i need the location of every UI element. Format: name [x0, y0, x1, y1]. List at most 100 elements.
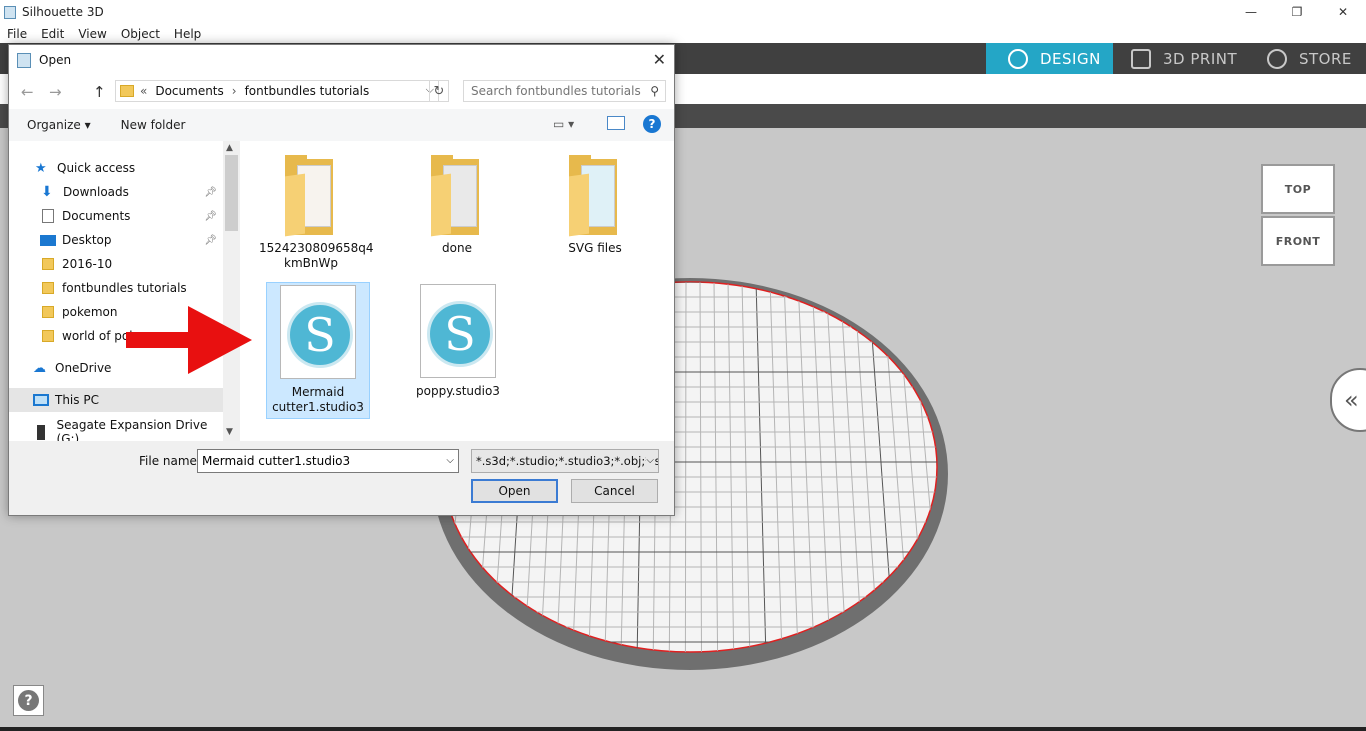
file-item-folder-svg-files[interactable]: SVG files: [543, 155, 647, 256]
preview-pane-icon[interactable]: [607, 116, 625, 130]
up-arrow-icon[interactable]: ↑: [93, 83, 106, 101]
star-icon: ★: [35, 160, 47, 176]
grid-line: [684, 282, 687, 652]
download-icon: ⬇: [41, 184, 53, 200]
minimize-button[interactable]: —: [1228, 0, 1274, 24]
globe-icon: [1008, 48, 1028, 69]
double-chevron-left-icon: «: [1344, 386, 1359, 414]
nav-documents[interactable]: Documents 📌︎: [9, 204, 223, 228]
menu-file[interactable]: File: [0, 27, 34, 41]
nav-folder-fontbundles[interactable]: fontbundles tutorials: [9, 276, 223, 300]
nav-quick-access[interactable]: ★ Quick access: [9, 156, 223, 180]
nav-label: Documents: [62, 209, 131, 223]
nav-desktop[interactable]: Desktop 📌︎: [9, 228, 223, 252]
silhouette-file-icon: S: [420, 284, 496, 378]
close-window-button[interactable]: ✕: [1320, 0, 1366, 24]
folder-icon: [285, 155, 337, 237]
dialog-footer: File name: ⌵ *.s3d;*.studio;*.studio3;*.…: [9, 441, 674, 515]
tab-3d-print-label: 3D PRINT: [1163, 49, 1238, 68]
nav-downloads[interactable]: ⬇ Downloads 📌︎: [9, 180, 223, 204]
search-box[interactable]: ⚲: [463, 80, 666, 102]
change-view-icon[interactable]: ▭ ▾: [553, 117, 574, 131]
breadcrumb-documents[interactable]: Documents: [155, 84, 223, 98]
nav-label: Quick access: [57, 161, 136, 175]
file-name: Mermaid cutter1.studio3: [272, 385, 364, 414]
pin-icon: 📌︎: [204, 186, 217, 198]
menu-edit[interactable]: Edit: [34, 27, 71, 41]
file-name: done: [442, 241, 472, 255]
search-input[interactable]: [471, 84, 641, 98]
close-icon[interactable]: ✕: [653, 50, 666, 69]
file-name-input[interactable]: [202, 454, 432, 468]
file-name-combo[interactable]: ⌵: [197, 449, 459, 473]
file-name: SVG files: [568, 241, 622, 255]
chevron-down-icon[interactable]: ⌵: [446, 455, 454, 466]
open-dialog: Open ✕ ← → ↑ « Documents › fontbundles t…: [8, 44, 675, 516]
nav-label: fontbundles tutorials: [62, 281, 187, 295]
desktop-icon: [40, 234, 56, 246]
file-list: 1524230809658q4 kmBnWp done SVG files S …: [241, 141, 674, 441]
folder-icon: [42, 282, 54, 294]
tab-store[interactable]: STORE: [1243, 43, 1366, 74]
cancel-button[interactable]: Cancel: [571, 479, 658, 503]
menu-help[interactable]: Help: [167, 27, 208, 41]
refresh-button[interactable]: ↻: [429, 80, 449, 102]
search-icon: ⚲: [650, 84, 659, 98]
folder-icon: [42, 306, 54, 318]
computer-icon: [33, 394, 49, 406]
folder-icon: [569, 155, 621, 237]
nav-label: OneDrive: [55, 361, 112, 375]
file-item-folder-done[interactable]: done: [405, 155, 509, 256]
file-item-folder-1524230809658[interactable]: 1524230809658q4 kmBnWp: [259, 155, 374, 271]
app-title-bar: Silhouette 3D — ❐ ✕: [0, 0, 1366, 24]
silhouette-s-icon: [1267, 48, 1287, 69]
scroll-up-icon[interactable]: ▲: [226, 143, 233, 153]
scroll-down-icon[interactable]: ▼: [226, 427, 233, 437]
tab-design[interactable]: DESIGN: [986, 43, 1113, 74]
nav-folder-2016-10[interactable]: 2016-10: [9, 252, 223, 276]
dialog-title: Open: [39, 53, 72, 67]
pin-icon: 📌︎: [204, 210, 217, 222]
organize-button[interactable]: Organize ▾: [27, 118, 91, 132]
cube-icon: [1131, 48, 1151, 69]
document-icon: [42, 209, 54, 223]
tab-store-label: STORE: [1299, 49, 1352, 68]
dialog-app-icon: [17, 52, 31, 68]
view-cube-top[interactable]: TOP: [1261, 164, 1335, 214]
forward-arrow-icon[interactable]: →: [49, 83, 62, 101]
address-row: ← → ↑ « Documents › fontbundles tutorial…: [9, 77, 674, 105]
app-logo-icon: [4, 5, 16, 19]
menu-view[interactable]: View: [71, 27, 113, 41]
breadcrumb-fontbundles[interactable]: fontbundles tutorials: [245, 84, 370, 98]
tab-3d-print[interactable]: 3D PRINT: [1113, 43, 1243, 74]
view-cube[interactable]: TOP FRONT: [1261, 164, 1335, 266]
new-folder-button[interactable]: New folder: [121, 118, 186, 132]
menu-object[interactable]: Object: [114, 27, 167, 41]
navigation-pane: ★ Quick access ⬇ Downloads 📌︎ Documents …: [9, 141, 223, 446]
nav-label: This PC: [55, 393, 99, 407]
open-button[interactable]: Open: [471, 479, 558, 503]
nav-label: 2016-10: [62, 257, 113, 271]
restore-button[interactable]: ❐: [1274, 0, 1320, 24]
app-title: Silhouette 3D: [22, 5, 104, 19]
scrollbar-thumb[interactable]: [225, 155, 238, 231]
folder-icon: [42, 258, 54, 270]
file-type-select[interactable]: *.s3d;*.studio;*.studio3;*.obj;*.s ⌵: [471, 449, 659, 473]
cloud-icon: ☁: [33, 360, 46, 376]
file-item-poppy[interactable]: S poppy.studio3: [406, 284, 510, 399]
nav-label: pokemon: [62, 305, 118, 319]
back-arrow-icon[interactable]: ←: [21, 83, 34, 101]
folder-icon: [431, 155, 483, 237]
nav-this-pc[interactable]: This PC: [9, 388, 223, 412]
file-item-mermaid-cutter1[interactable]: S Mermaid cutter1.studio3: [266, 282, 370, 419]
window-controls: — ❐ ✕: [1228, 0, 1366, 24]
chevron-down-icon[interactable]: ⌵: [646, 455, 654, 466]
file-name: 1524230809658q4 kmBnWp: [259, 241, 374, 270]
help-button[interactable]: ?: [13, 685, 44, 716]
nav-scrollbar[interactable]: ▲ ▼: [223, 141, 240, 441]
view-cube-front[interactable]: FRONT: [1261, 216, 1335, 266]
tab-design-label: DESIGN: [1040, 49, 1101, 68]
address-bar[interactable]: « Documents › fontbundles tutorials ⌵: [115, 80, 439, 102]
dialog-title-bar: Open ✕: [9, 45, 674, 75]
help-icon[interactable]: ?: [643, 115, 661, 133]
